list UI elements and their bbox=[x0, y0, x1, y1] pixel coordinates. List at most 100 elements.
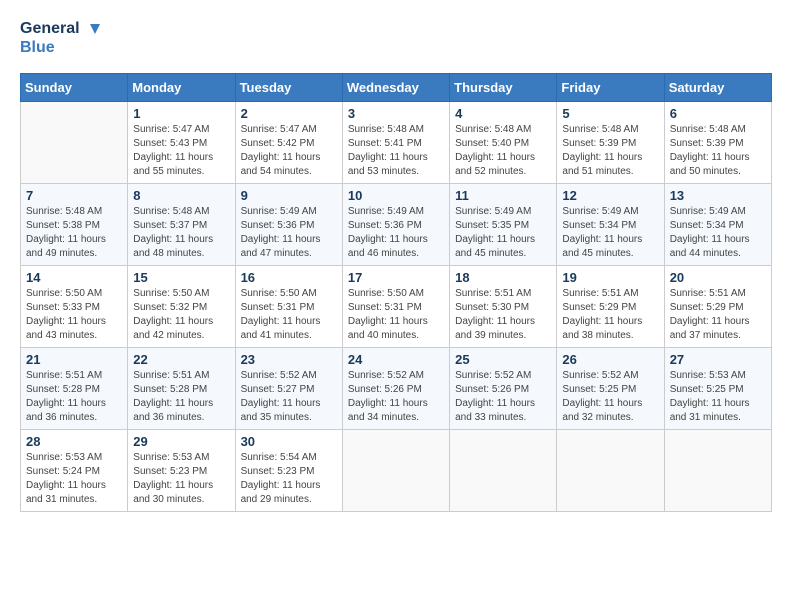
day-info: Sunrise: 5:50 AMSunset: 5:32 PMDaylight:… bbox=[133, 287, 229, 343]
calendar-week-row: 21 Sunrise: 5:51 AMSunset: 5:28 PMDayligh… bbox=[21, 348, 772, 430]
calendar-cell: 20 Sunrise: 5:51 AMSunset: 5:29 PMDayligh… bbox=[664, 266, 771, 348]
calendar-cell: 21 Sunrise: 5:51 AMSunset: 5:28 PMDayligh… bbox=[21, 348, 128, 430]
calendar-cell: 2 Sunrise: 5:47 AMSunset: 5:42 PMDaylight… bbox=[235, 102, 342, 184]
calendar-cell: 27 Sunrise: 5:53 AMSunset: 5:25 PMDayligh… bbox=[664, 348, 771, 430]
logo-text: General Blue bbox=[20, 20, 104, 57]
day-number: 14 bbox=[26, 270, 122, 285]
day-info: Sunrise: 5:48 AMSunset: 5:37 PMDaylight:… bbox=[133, 205, 229, 261]
day-info: Sunrise: 5:51 AMSunset: 5:29 PMDaylight:… bbox=[562, 287, 658, 343]
day-number: 25 bbox=[455, 352, 551, 367]
calendar-cell: 10 Sunrise: 5:49 AMSunset: 5:36 PMDayligh… bbox=[342, 184, 449, 266]
calendar-cell: 25 Sunrise: 5:52 AMSunset: 5:26 PMDayligh… bbox=[450, 348, 557, 430]
page-header: General Blue bbox=[20, 20, 772, 57]
day-info: Sunrise: 5:51 AMSunset: 5:28 PMDaylight:… bbox=[133, 369, 229, 425]
day-info: Sunrise: 5:48 AMSunset: 5:41 PMDaylight:… bbox=[348, 123, 444, 179]
day-number: 28 bbox=[26, 434, 122, 449]
day-info: Sunrise: 5:54 AMSunset: 5:23 PMDaylight:… bbox=[241, 451, 337, 507]
calendar-cell: 19 Sunrise: 5:51 AMSunset: 5:29 PMDayligh… bbox=[557, 266, 664, 348]
weekday-header: Tuesday bbox=[235, 74, 342, 102]
calendar-cell: 28Sunrise: 5:53 AMSunset: 5:24 PMDayligh… bbox=[21, 430, 128, 512]
day-number: 18 bbox=[455, 270, 551, 285]
day-number: 22 bbox=[133, 352, 229, 367]
calendar-cell: 16Sunrise: 5:50 AMSunset: 5:31 PMDayligh… bbox=[235, 266, 342, 348]
day-info: Sunrise: 5:51 AMSunset: 5:28 PMDaylight:… bbox=[26, 369, 122, 425]
day-info: Sunrise: 5:50 AMSunset: 5:33 PMDaylight:… bbox=[26, 287, 122, 343]
logo: General Blue bbox=[20, 20, 104, 57]
day-number: 6 bbox=[670, 106, 766, 121]
calendar-cell: 1Sunrise: 5:47 AMSunset: 5:43 PMDaylight… bbox=[128, 102, 235, 184]
calendar-table: SundayMondayTuesdayWednesdayThursdayFrid… bbox=[20, 73, 772, 512]
calendar-cell: 14 Sunrise: 5:50 AMSunset: 5:33 PMDayligh… bbox=[21, 266, 128, 348]
day-number: 12 bbox=[562, 188, 658, 203]
day-info: Sunrise: 5:49 AMSunset: 5:34 PMDaylight:… bbox=[670, 205, 766, 261]
day-number: 9 bbox=[241, 188, 337, 203]
weekday-header: Thursday bbox=[450, 74, 557, 102]
day-info: Sunrise: 5:47 AMSunset: 5:43 PMDaylight:… bbox=[133, 123, 229, 179]
day-info: Sunrise: 5:49 AMSunset: 5:34 PMDaylight:… bbox=[562, 205, 658, 261]
day-number: 4 bbox=[455, 106, 551, 121]
day-number: 23 bbox=[241, 352, 337, 367]
calendar-cell bbox=[342, 430, 449, 512]
day-info: Sunrise: 5:49 AMSunset: 5:35 PMDaylight:… bbox=[455, 205, 551, 261]
day-number: 26 bbox=[562, 352, 658, 367]
calendar-cell bbox=[557, 430, 664, 512]
day-number: 2 bbox=[241, 106, 337, 121]
day-info: Sunrise: 5:48 AMSunset: 5:38 PMDaylight:… bbox=[26, 205, 122, 261]
day-number: 3 bbox=[348, 106, 444, 121]
calendar-cell: 26 Sunrise: 5:52 AMSunset: 5:25 PMDayligh… bbox=[557, 348, 664, 430]
day-info: Sunrise: 5:53 AMSunset: 5:25 PMDaylight:… bbox=[670, 369, 766, 425]
day-info: Sunrise: 5:50 AMSunset: 5:31 PMDaylight:… bbox=[348, 287, 444, 343]
day-number: 24 bbox=[348, 352, 444, 367]
logo-chevron-icon bbox=[86, 20, 104, 38]
calendar-cell: 13 Sunrise: 5:49 AMSunset: 5:34 PMDayligh… bbox=[664, 184, 771, 266]
day-info: Sunrise: 5:49 AMSunset: 5:36 PMDaylight:… bbox=[348, 205, 444, 261]
day-number: 15 bbox=[133, 270, 229, 285]
day-info: Sunrise: 5:48 AMSunset: 5:39 PMDaylight:… bbox=[670, 123, 766, 179]
day-number: 7 bbox=[26, 188, 122, 203]
day-info: Sunrise: 5:48 AMSunset: 5:39 PMDaylight:… bbox=[562, 123, 658, 179]
calendar-cell: 30 Sunrise: 5:54 AMSunset: 5:23 PMDayligh… bbox=[235, 430, 342, 512]
day-number: 10 bbox=[348, 188, 444, 203]
day-info: Sunrise: 5:51 AMSunset: 5:29 PMDaylight:… bbox=[670, 287, 766, 343]
calendar-cell: 23 Sunrise: 5:52 AMSunset: 5:27 PMDayligh… bbox=[235, 348, 342, 430]
day-number: 27 bbox=[670, 352, 766, 367]
day-info: Sunrise: 5:52 AMSunset: 5:26 PMDaylight:… bbox=[455, 369, 551, 425]
calendar-cell: 5 Sunrise: 5:48 AMSunset: 5:39 PMDaylight… bbox=[557, 102, 664, 184]
weekday-header: Wednesday bbox=[342, 74, 449, 102]
calendar-cell: 12 Sunrise: 5:49 AMSunset: 5:34 PMDayligh… bbox=[557, 184, 664, 266]
day-number: 30 bbox=[241, 434, 337, 449]
day-number: 20 bbox=[670, 270, 766, 285]
calendar-cell: 9 Sunrise: 5:49 AMSunset: 5:36 PMDaylight… bbox=[235, 184, 342, 266]
day-number: 17 bbox=[348, 270, 444, 285]
calendar-week-row: 14 Sunrise: 5:50 AMSunset: 5:33 PMDayligh… bbox=[21, 266, 772, 348]
day-info: Sunrise: 5:52 AMSunset: 5:25 PMDaylight:… bbox=[562, 369, 658, 425]
day-number: 19 bbox=[562, 270, 658, 285]
calendar-header-row: SundayMondayTuesdayWednesdayThursdayFrid… bbox=[21, 74, 772, 102]
weekday-header: Friday bbox=[557, 74, 664, 102]
calendar-cell: 22 Sunrise: 5:51 AMSunset: 5:28 PMDayligh… bbox=[128, 348, 235, 430]
calendar-cell: 8 Sunrise: 5:48 AMSunset: 5:37 PMDaylight… bbox=[128, 184, 235, 266]
day-info: Sunrise: 5:47 AMSunset: 5:42 PMDaylight:… bbox=[241, 123, 337, 179]
calendar-cell: 3 Sunrise: 5:48 AMSunset: 5:41 PMDaylight… bbox=[342, 102, 449, 184]
calendar-cell: 24 Sunrise: 5:52 AMSunset: 5:26 PMDayligh… bbox=[342, 348, 449, 430]
weekday-header: Monday bbox=[128, 74, 235, 102]
day-info: Sunrise: 5:52 AMSunset: 5:26 PMDaylight:… bbox=[348, 369, 444, 425]
day-info: Sunrise: 5:51 AMSunset: 5:30 PMDaylight:… bbox=[455, 287, 551, 343]
day-number: 29 bbox=[133, 434, 229, 449]
day-number: 21 bbox=[26, 352, 122, 367]
day-number: 8 bbox=[133, 188, 229, 203]
calendar-week-row: 1Sunrise: 5:47 AMSunset: 5:43 PMDaylight… bbox=[21, 102, 772, 184]
weekday-header: Saturday bbox=[664, 74, 771, 102]
weekday-header: Sunday bbox=[21, 74, 128, 102]
day-info: Sunrise: 5:48 AMSunset: 5:40 PMDaylight:… bbox=[455, 123, 551, 179]
day-number: 16 bbox=[241, 270, 337, 285]
day-info: Sunrise: 5:52 AMSunset: 5:27 PMDaylight:… bbox=[241, 369, 337, 425]
calendar-cell bbox=[450, 430, 557, 512]
calendar-cell: 17 Sunrise: 5:50 AMSunset: 5:31 PMDayligh… bbox=[342, 266, 449, 348]
day-number: 13 bbox=[670, 188, 766, 203]
calendar-cell: 15 Sunrise: 5:50 AMSunset: 5:32 PMDayligh… bbox=[128, 266, 235, 348]
calendar-cell: 6 Sunrise: 5:48 AMSunset: 5:39 PMDaylight… bbox=[664, 102, 771, 184]
calendar-cell: 4 Sunrise: 5:48 AMSunset: 5:40 PMDaylight… bbox=[450, 102, 557, 184]
day-info: Sunrise: 5:49 AMSunset: 5:36 PMDaylight:… bbox=[241, 205, 337, 261]
day-number: 5 bbox=[562, 106, 658, 121]
